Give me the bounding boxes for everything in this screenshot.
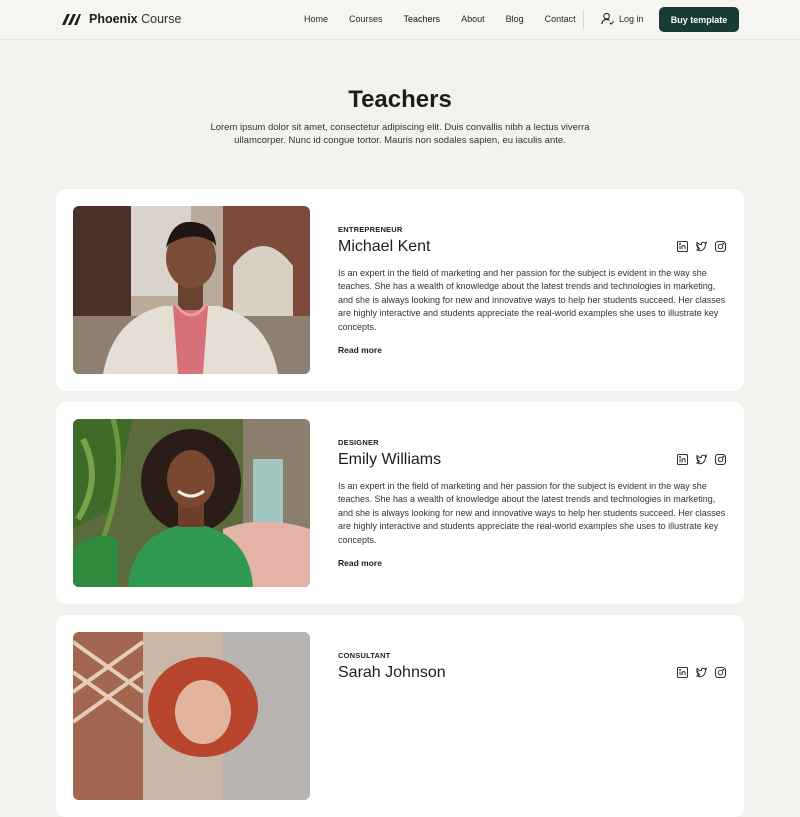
- twitter-icon[interactable]: [696, 241, 707, 252]
- user-icon: [601, 12, 614, 25]
- teacher-card: ENTREPRENEUR Michael Kent Is an expert i…: [56, 189, 744, 391]
- linkedin-icon[interactable]: [677, 241, 688, 252]
- twitter-icon[interactable]: [696, 667, 707, 678]
- linkedin-icon[interactable]: [677, 454, 688, 465]
- social-links: [677, 667, 734, 678]
- social-links: [677, 454, 734, 465]
- main-nav: Home Courses Teachers About Blog Contact: [304, 14, 597, 24]
- teacher-photo: [73, 632, 310, 800]
- teacher-card: CONSULTANT Sarah Johnson: [56, 615, 744, 817]
- teacher-photo: [73, 419, 310, 587]
- nav-about[interactable]: About: [461, 14, 485, 24]
- teacher-name: Sarah Johnson: [338, 664, 446, 681]
- nav-teachers[interactable]: Teachers: [404, 14, 441, 24]
- page-intro: Lorem ipsum dolor sit amet, consectetur …: [210, 122, 590, 146]
- teacher-role: CONSULTANT: [338, 651, 391, 660]
- page-title: Teachers: [348, 86, 452, 113]
- nav-divider: [583, 10, 584, 29]
- twitter-icon[interactable]: [696, 454, 707, 465]
- teacher-bio: Is an expert in the field of marketing a…: [338, 268, 726, 332]
- linkedin-icon[interactable]: [677, 667, 688, 678]
- instagram-icon[interactable]: [715, 241, 726, 252]
- instagram-icon[interactable]: [715, 454, 726, 465]
- phoenix-logo-icon: [62, 13, 81, 25]
- logo[interactable]: Phoenix Course: [61, 12, 181, 26]
- site-header: Phoenix Course Home Courses Teachers Abo…: [0, 0, 800, 40]
- nav-courses[interactable]: Courses: [349, 14, 383, 24]
- read-more-link[interactable]: Read more: [338, 345, 382, 355]
- nav-blog[interactable]: Blog: [506, 14, 524, 24]
- teacher-role: DESIGNER: [338, 438, 379, 447]
- logo-text: Phoenix Course: [89, 12, 182, 26]
- login-link[interactable]: Log in: [601, 12, 644, 25]
- teacher-bio: Is an expert in the field of marketing a…: [338, 481, 726, 545]
- instagram-icon[interactable]: [715, 667, 726, 678]
- social-links: [677, 241, 734, 252]
- teacher-name: Michael Kent: [338, 238, 431, 255]
- login-label: Log in: [619, 13, 644, 24]
- nav-home[interactable]: Home: [304, 14, 328, 24]
- teacher-role: ENTREPRENEUR: [338, 225, 403, 234]
- buy-template-button[interactable]: Buy template: [659, 7, 739, 32]
- teacher-card: DESIGNER Emily Williams Is an expert in …: [56, 402, 744, 604]
- read-more-link[interactable]: Read more: [338, 558, 382, 568]
- teacher-photo: [73, 206, 310, 374]
- nav-contact[interactable]: Contact: [545, 14, 576, 24]
- teacher-name: Emily Williams: [338, 451, 442, 468]
